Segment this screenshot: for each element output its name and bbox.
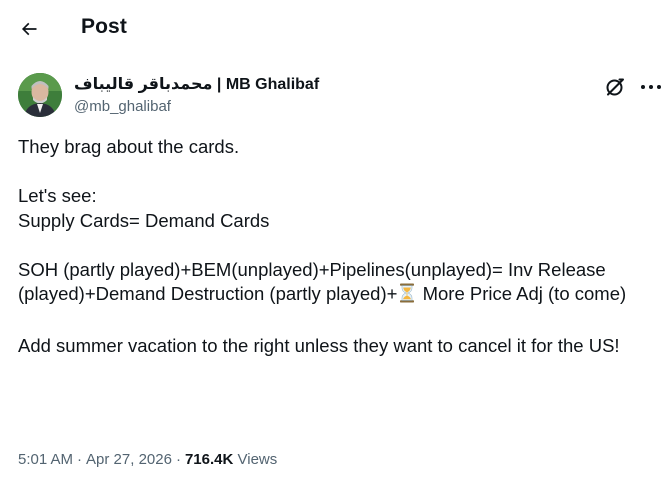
back-button[interactable] bbox=[12, 12, 46, 46]
meta-separator: · bbox=[77, 451, 83, 468]
post-line: Add summer vacation to the right unless … bbox=[18, 335, 620, 356]
more-button[interactable] bbox=[638, 75, 664, 99]
author-row: محمدباقر قالیباف | MB Ghalibaf @mb_ghali… bbox=[18, 71, 661, 121]
header: Post bbox=[0, 0, 671, 58]
meta-separator: · bbox=[175, 451, 181, 468]
post-paragraph: Add summer vacation to the right unless … bbox=[18, 334, 648, 359]
post-meta: 5:01 AM · Apr 27, 2026 · 716.4K Views bbox=[18, 451, 277, 468]
post-line: Supply Cards= Demand Cards bbox=[18, 209, 270, 231]
avatar[interactable] bbox=[18, 73, 62, 117]
arrow-left-icon bbox=[21, 22, 37, 36]
page-title: Post bbox=[81, 15, 127, 38]
post-page: Post محمدباقر قالیباف | MB Ghalibaf @mb_… bbox=[0, 0, 671, 484]
views-count: 716.4K bbox=[184, 451, 234, 468]
more-icon bbox=[641, 85, 661, 89]
post-line: They brag about the cards. bbox=[18, 136, 240, 157]
author-display-name[interactable]: محمدباقر قالیباف | MB Ghalibaf bbox=[74, 74, 319, 94]
grok-icon bbox=[606, 78, 624, 96]
post-paragraph: They brag about the cards. bbox=[18, 135, 648, 160]
author-handle[interactable]: @mb_ghalibaf bbox=[74, 98, 171, 115]
post-line: Let's see: bbox=[18, 185, 97, 206]
avatar-image bbox=[18, 73, 62, 117]
post-line: More Price Adj (to come) bbox=[417, 283, 627, 304]
grok-button[interactable] bbox=[603, 75, 627, 99]
post-paragraph: Let's see: Supply Cards= Demand Cards bbox=[18, 184, 648, 233]
post-text: They brag about the cards. Let's see: Sup… bbox=[18, 135, 648, 383]
hourglass-icon bbox=[399, 283, 415, 310]
post-date[interactable]: Apr 27, 2026 bbox=[86, 451, 172, 468]
post-paragraph: SOH (partly played)+BEM(unplayed)+Pipeli… bbox=[18, 258, 648, 310]
views-label: Views bbox=[237, 451, 278, 468]
post-time[interactable]: 5:01 AM bbox=[18, 451, 73, 468]
